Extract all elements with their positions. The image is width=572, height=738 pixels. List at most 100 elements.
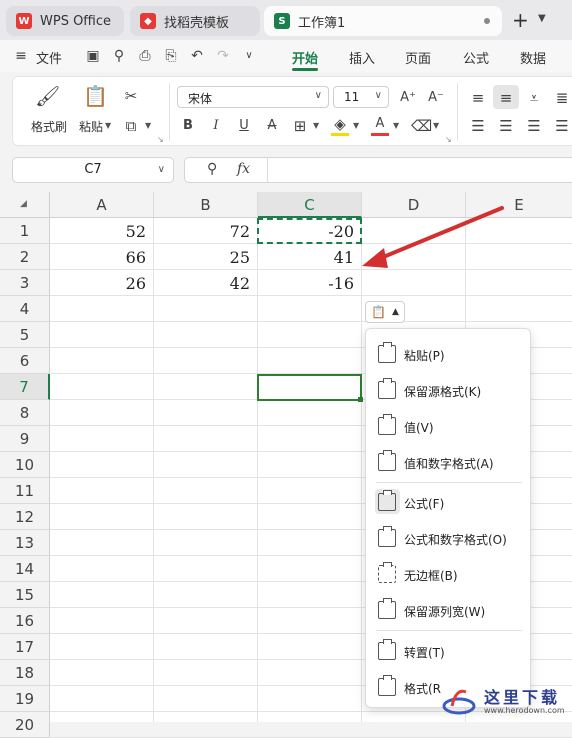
row-header-9[interactable]: 9 (0, 426, 50, 452)
row-header-17[interactable]: 17 (0, 634, 50, 660)
row-header-11[interactable]: 11 (0, 478, 50, 504)
row-header-16[interactable]: 16 (0, 608, 50, 634)
redo-icon[interactable]: ↷ (214, 47, 232, 65)
menu-formula[interactable]: 公式 (463, 48, 489, 67)
row-header-4[interactable]: 4 (0, 296, 50, 322)
borders-icon[interactable]: ⊞ (291, 117, 309, 135)
wrap-text-icon[interactable]: ≣ (553, 89, 571, 107)
copy-icon[interactable]: ⧉ (121, 117, 141, 135)
new-tab-plus-icon[interactable]: + (512, 8, 529, 32)
cell-a2[interactable]: 66 (50, 244, 154, 270)
font-launcher-icon[interactable]: ↘ (445, 135, 452, 144)
paste-menu-item-keep-column-width[interactable]: 保留源列宽(W) (366, 595, 532, 625)
row-header-5[interactable]: 5 (0, 322, 50, 348)
quick-access-chevron-icon[interactable]: ∨ (240, 47, 258, 65)
grow-font-icon[interactable]: A⁺ (397, 89, 419, 107)
row-header-2[interactable]: 2 (0, 244, 50, 270)
italic-button[interactable]: I (207, 117, 225, 135)
bold-button[interactable]: B (179, 117, 197, 135)
paste-menu-item-keep-source-format[interactable]: 保留源格式(K) (366, 375, 532, 405)
align-center-icon[interactable]: ☰ (497, 117, 515, 135)
cell-b2[interactable]: 25 (154, 244, 258, 270)
tab-workbook[interactable]: S 工作簿1 (264, 6, 502, 36)
font-color-icon[interactable]: A (371, 115, 389, 133)
font-name-select[interactable]: 宋体 ∨ (177, 86, 329, 108)
cut-icon[interactable]: ✂ (121, 87, 141, 105)
zoom-search-icon[interactable]: ⚲ (207, 161, 217, 177)
row-header-6[interactable]: 6 (0, 348, 50, 374)
clipboard-launcher-icon[interactable]: ↘ (157, 135, 164, 144)
paste-icon[interactable]: 📋 (83, 86, 108, 106)
row-header-15[interactable]: 15 (0, 582, 50, 608)
strikethrough-button[interactable]: A (263, 117, 281, 135)
select-all-corner[interactable]: ◢ (0, 192, 50, 218)
menu-insert[interactable]: 插入 (349, 48, 375, 67)
column-header-b[interactable]: B (154, 192, 258, 218)
paste-menu-item-values-number-format[interactable]: 值和数字格式(A) (366, 447, 532, 477)
paste-menu-item-values[interactable]: 值(V) (366, 411, 532, 441)
paste-menu-item-no-borders[interactable]: 无边框(B) (366, 559, 532, 589)
font-color-chevron-icon[interactable]: ▼ (393, 121, 399, 130)
formula-input[interactable] (277, 162, 572, 180)
row-header-18[interactable]: 18 (0, 660, 50, 686)
unsaved-dot-icon[interactable] (484, 18, 490, 24)
paste-menu-item-transpose[interactable]: 转置(T) (366, 636, 532, 666)
column-header-c[interactable]: C (258, 192, 362, 218)
row-header-20[interactable]: 20 (0, 712, 50, 738)
menu-home[interactable]: 开始 (292, 48, 318, 67)
paste-menu-item-formulas-number-format[interactable]: 公式和数字格式(O) (366, 523, 532, 553)
print-preview-icon[interactable]: ⎘ (162, 47, 180, 65)
column-header-a[interactable]: A (50, 192, 154, 218)
paste-menu-item-paste[interactable]: 粘贴(P) (366, 339, 532, 369)
tab-wps-office[interactable]: W WPS Office (6, 6, 124, 36)
cell-c3[interactable]: -16 (258, 270, 362, 296)
cell-b1[interactable]: 72 (154, 218, 258, 244)
align-top-icon[interactable]: ≡ (469, 89, 487, 107)
clear-format-chevron-icon[interactable]: ▼ (433, 121, 439, 130)
borders-chevron-icon[interactable]: ▼ (313, 121, 319, 130)
fx-icon[interactable]: fx (237, 161, 250, 177)
name-box-chevron-icon[interactable]: ∨ (158, 158, 165, 182)
fill-handle[interactable] (358, 397, 363, 402)
active-cell-selection[interactable] (257, 374, 362, 401)
justify-icon[interactable]: ☰ (553, 117, 571, 135)
align-left-icon[interactable]: ☰ (469, 117, 487, 135)
share-icon[interactable]: ⚲ (110, 47, 128, 65)
row-header-7[interactable]: 7 (0, 374, 50, 400)
name-box[interactable]: C7 ∨ (12, 157, 174, 183)
hamburger-menu-icon[interactable]: ≡ (12, 47, 30, 65)
row-header-10[interactable]: 10 (0, 452, 50, 478)
cell-a1[interactable]: 52 (50, 218, 154, 244)
clear-format-icon[interactable]: ⌫ (411, 117, 432, 135)
font-size-select[interactable]: 11 ∨ (333, 86, 389, 108)
align-bottom-icon[interactable]: ⩡ (525, 89, 543, 107)
row-header-8[interactable]: 8 (0, 400, 50, 426)
align-middle-icon[interactable]: ≡ (497, 89, 515, 107)
underline-button[interactable]: U (235, 117, 253, 135)
save-icon[interactable]: ▣ (84, 47, 102, 65)
cell-b3[interactable]: 42 (154, 270, 258, 296)
shrink-font-icon[interactable]: A⁻ (425, 89, 447, 107)
undo-icon[interactable]: ↶ (188, 47, 206, 65)
tab-list-chevron-icon[interactable]: ▼ (538, 13, 546, 24)
row-header-1[interactable]: 1 (0, 218, 50, 244)
align-right-icon[interactable]: ☰ (525, 117, 543, 135)
row-header-14[interactable]: 14 (0, 556, 50, 582)
print-icon[interactable]: ⎙ (136, 47, 154, 65)
menu-data[interactable]: 数据 (520, 48, 546, 67)
cell-c2[interactable]: 41 (258, 244, 362, 270)
menu-page[interactable]: 页面 (405, 48, 431, 67)
tab-template[interactable]: ◆ 找稻壳模板 (130, 6, 260, 36)
format-painter-icon[interactable]: 🖌 (35, 86, 60, 106)
copy-chevron-icon[interactable]: ▼ (145, 121, 151, 130)
menu-file[interactable]: 文件 (36, 48, 62, 67)
format-painter-label[interactable]: 格式刷 (31, 118, 67, 135)
fill-color-chevron-icon[interactable]: ▼ (353, 121, 359, 130)
paste-options-button[interactable]: 📋 ▲ (365, 301, 405, 323)
paste-menu-item-formulas[interactable]: 公式(F) (366, 487, 532, 517)
paste-label[interactable]: 粘贴 (79, 118, 103, 135)
row-header-12[interactable]: 12 (0, 504, 50, 530)
row-header-19[interactable]: 19 (0, 686, 50, 712)
cell-a3[interactable]: 26 (50, 270, 154, 296)
fill-color-icon[interactable]: ◈ (331, 115, 349, 133)
